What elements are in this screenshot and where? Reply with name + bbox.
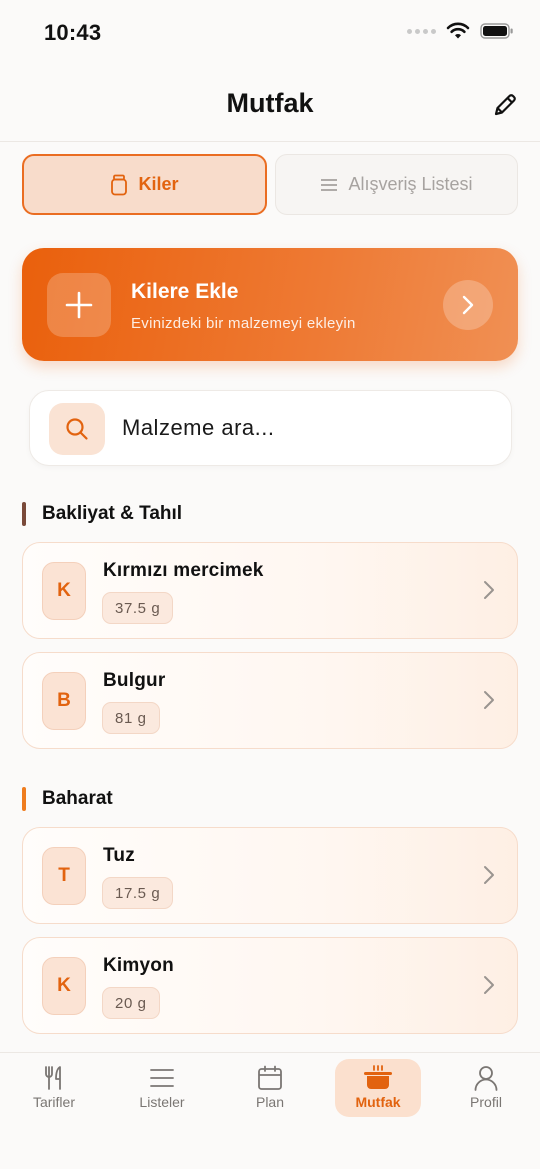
tab-bar: Tarifler Listeler Plan Mutfak Profil <box>0 1052 540 1169</box>
item-initial: K <box>42 562 86 620</box>
item-quantity: 37.5 g <box>102 592 174 624</box>
item-name: Kimyon <box>103 955 174 976</box>
pot-icon <box>364 1065 392 1089</box>
status-bar: 10:43 <box>0 0 540 70</box>
pantry-item[interactable]: T Tuz 17.5 g <box>22 827 518 924</box>
tab-label: Mutfak <box>355 1094 401 1110</box>
page-title: Mutfak <box>226 88 314 118</box>
tab-label: Plan <box>255 1094 285 1110</box>
tab-kiler-label: Kiler <box>138 174 179 194</box>
tab-profil[interactable]: Profil <box>443 1059 529 1117</box>
item-quantity: 20 g <box>102 987 160 1019</box>
pantry-item[interactable]: K Kırmızı mercimek 37.5 g <box>22 542 518 639</box>
chevron-right-icon <box>484 581 494 599</box>
list-icon <box>321 178 338 191</box>
item-quantity: 81 g <box>102 702 160 734</box>
section-color-bar <box>22 787 26 811</box>
section-title: Baharat <box>42 788 113 809</box>
add-card-subtitle: Evinizdeki bir malzemeyi ekleyin <box>131 315 356 332</box>
tab-label: Profil <box>470 1094 502 1110</box>
wifi-icon <box>446 22 470 39</box>
search-icon <box>49 403 105 455</box>
nav-bar: Mutfak <box>0 70 540 142</box>
chevron-right-icon <box>484 976 494 994</box>
item-name: Tuz <box>103 845 135 866</box>
fork-knife-icon <box>45 1066 61 1090</box>
cellular-signal-icon <box>407 28 436 34</box>
add-card-title: Kilere Ekle <box>131 280 239 303</box>
battery-icon <box>480 23 513 39</box>
pencil-icon <box>494 94 516 116</box>
status-icons <box>407 22 514 40</box>
tab-label: Tarifler <box>32 1094 75 1110</box>
item-initial: T <box>42 847 86 905</box>
tab-tarifler[interactable]: Tarifler <box>11 1059 97 1117</box>
pantry-item[interactable]: K Kimyon 20 g <box>22 937 518 1034</box>
edit-button[interactable] <box>488 88 522 122</box>
person-icon <box>474 1066 498 1091</box>
item-quantity: 17.5 g <box>102 877 174 909</box>
item-initial: B <box>42 672 86 730</box>
chevron-right-icon <box>484 691 494 709</box>
list-icon <box>150 1069 174 1087</box>
section-title: Bakliyat & Tahıl <box>42 503 183 524</box>
pantry-item[interactable]: B Bulgur 81 g <box>22 652 518 749</box>
tab-plan[interactable]: Plan <box>227 1059 313 1117</box>
section-header: Baharat <box>22 787 113 811</box>
tab-shopping-list-label: Alışveriş Listesi <box>348 174 473 194</box>
item-name: Kırmızı mercimek <box>103 560 264 581</box>
item-name: Bulgur <box>103 670 166 691</box>
search-bar[interactable]: Malzeme ara... <box>29 390 512 466</box>
calendar-icon <box>258 1065 282 1090</box>
chevron-right-icon <box>484 866 494 884</box>
item-initial: K <box>42 957 86 1015</box>
status-time: 10:43 <box>44 20 102 45</box>
search-input[interactable]: Malzeme ara... <box>122 415 482 441</box>
section-color-bar <box>22 502 26 526</box>
jar-icon <box>111 174 128 195</box>
chevron-right-icon <box>443 280 493 330</box>
plus-icon <box>47 273 111 337</box>
add-to-pantry-card[interactable]: Kilere Ekle Evinizdeki bir malzemeyi ekl… <box>22 248 518 361</box>
tab-mutfak[interactable]: Mutfak <box>335 1059 421 1117</box>
tab-label: Listeler <box>139 1094 185 1110</box>
section-header: Bakliyat & Tahıl <box>22 502 182 526</box>
tab-shopping-list[interactable]: Alışveriş Listesi <box>275 154 518 215</box>
tab-kiler[interactable]: Kiler <box>22 154 267 215</box>
tab-listeler[interactable]: Listeler <box>119 1059 205 1117</box>
